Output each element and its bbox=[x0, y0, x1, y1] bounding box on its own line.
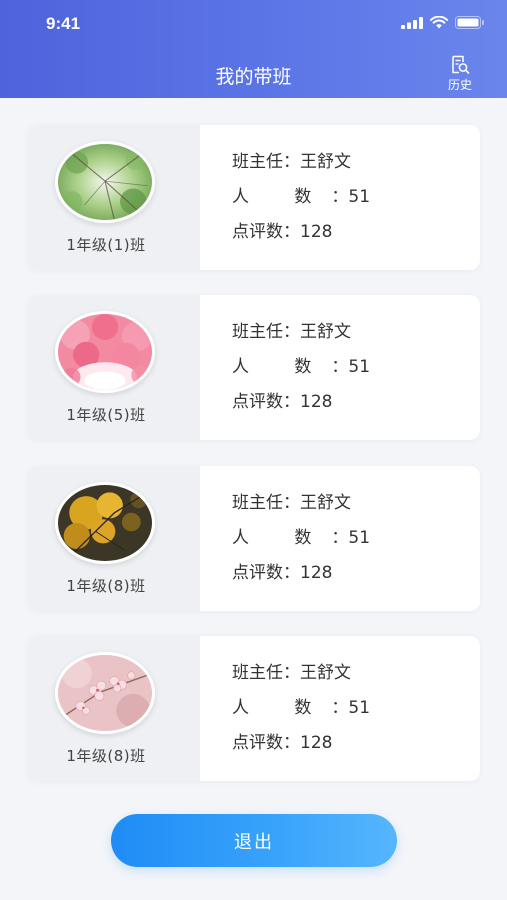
wifi-icon bbox=[430, 16, 448, 29]
class-photo bbox=[55, 482, 155, 564]
status-bar: 9:41 bbox=[0, 0, 507, 48]
class-card[interactable]: 1年级(5)班 班主任：王舒文 人 数：51 点评数：128 bbox=[28, 295, 480, 440]
cherry-blossom-photo bbox=[58, 655, 152, 731]
class-info: 班主任：王舒文 人 数：51 点评数：128 bbox=[232, 488, 370, 593]
teacher-name: 王舒文 bbox=[300, 493, 351, 513]
class-photo bbox=[55, 652, 155, 734]
teacher-row: 班主任：王舒文 bbox=[232, 152, 351, 172]
teacher-name: 王舒文 bbox=[300, 663, 351, 683]
history-label: 历史 bbox=[447, 78, 472, 92]
class-card-cover: 1年级(8)班 bbox=[28, 466, 200, 611]
student-count-row: 人 数：51 bbox=[232, 187, 371, 207]
app-header: 9:41 我的带班 历史 bbox=[0, 0, 507, 98]
green-leaves-photo bbox=[58, 144, 152, 220]
class-name: 1年级(8)班 bbox=[66, 747, 146, 765]
class-photo bbox=[55, 141, 155, 223]
review-count-row: 点评数：128 bbox=[232, 222, 333, 242]
student-count-row: 人 数：51 bbox=[232, 357, 371, 377]
review-count-row: 点评数：128 bbox=[232, 733, 333, 753]
class-card-cover: 1年级(8)班 bbox=[28, 636, 200, 781]
class-info: 班主任：王舒文 人 数：51 点评数：128 bbox=[232, 658, 370, 763]
teacher-name: 王舒文 bbox=[300, 322, 351, 342]
class-name: 1年级(8)班 bbox=[66, 577, 146, 595]
student-count-row: 人 数：51 bbox=[232, 528, 371, 548]
status-time: 9:41 bbox=[46, 14, 81, 33]
class-name: 1年级(1)班 bbox=[66, 236, 146, 254]
page-title: 我的带班 bbox=[215, 66, 292, 88]
battery-icon bbox=[455, 16, 484, 29]
review-count-row: 点评数：128 bbox=[232, 563, 333, 583]
student-count: 51 bbox=[348, 528, 371, 548]
student-count: 51 bbox=[348, 187, 371, 207]
review-count: 128 bbox=[300, 222, 333, 242]
history-button[interactable]: 历史 bbox=[441, 55, 479, 93]
signal-icon bbox=[401, 16, 423, 29]
class-card[interactable]: 1年级(8)班 班主任：王舒文 人 数：51 点评数：128 bbox=[28, 466, 480, 611]
review-count: 128 bbox=[300, 563, 333, 583]
status-icons bbox=[401, 16, 485, 29]
history-icon bbox=[452, 55, 470, 74]
teacher-row: 班主任：王舒文 bbox=[232, 322, 351, 342]
student-count: 51 bbox=[348, 357, 371, 377]
class-card-cover: 1年级(1)班 bbox=[28, 125, 200, 270]
review-count-row: 点评数：128 bbox=[232, 392, 333, 412]
class-name: 1年级(5)班 bbox=[66, 406, 146, 424]
logout-button[interactable]: 退出 bbox=[111, 814, 397, 867]
review-count: 128 bbox=[300, 733, 333, 753]
student-count: 51 bbox=[348, 698, 371, 718]
teacher-row: 班主任：王舒文 bbox=[232, 493, 351, 513]
class-card[interactable]: 1年级(1)班 班主任：王舒文 人 数：51 点评数：128 bbox=[28, 125, 480, 270]
review-count: 128 bbox=[300, 392, 333, 412]
student-count-row: 人 数：51 bbox=[232, 698, 371, 718]
class-info: 班主任：王舒文 人 数：51 点评数：128 bbox=[232, 147, 370, 252]
class-card[interactable]: 1年级(8)班 班主任：王舒文 人 数：51 点评数：128 bbox=[28, 636, 480, 781]
teacher-row: 班主任：王舒文 bbox=[232, 663, 351, 683]
pink-blossom-photo bbox=[58, 314, 152, 390]
class-info: 班主任：王舒文 人 数：51 点评数：128 bbox=[232, 317, 370, 422]
class-photo bbox=[55, 311, 155, 393]
class-card-cover: 1年级(5)班 bbox=[28, 295, 200, 440]
teacher-name: 王舒文 bbox=[300, 152, 351, 172]
autumn-leaves-photo bbox=[58, 485, 152, 561]
